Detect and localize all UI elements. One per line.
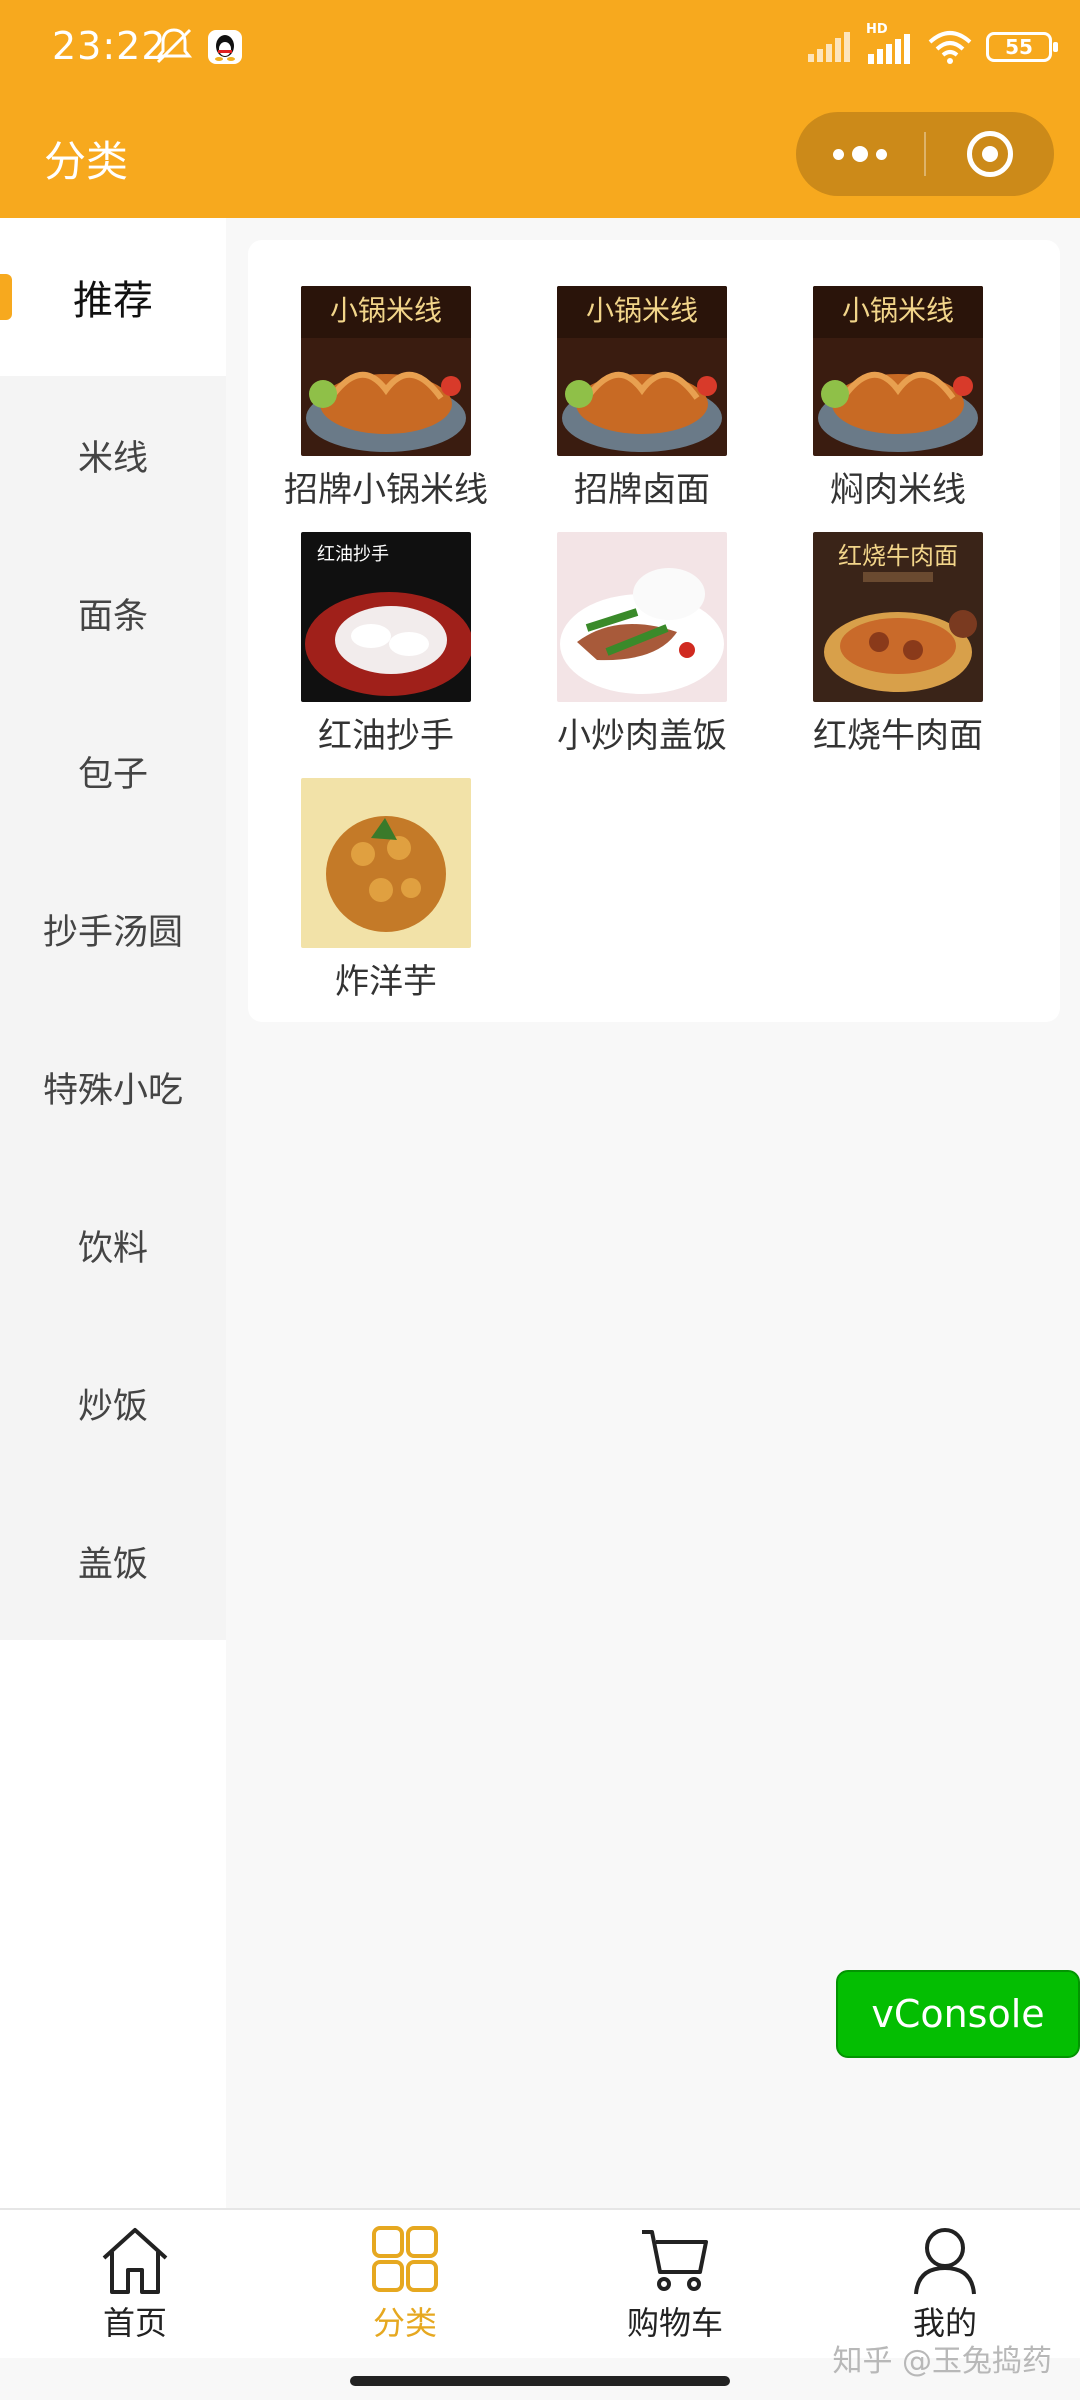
user-icon: [914, 2228, 976, 2295]
svg-text:红烧牛肉面: 红烧牛肉面: [838, 542, 958, 570]
close-miniprogram-button[interactable]: [926, 112, 1054, 196]
product-name: 小炒肉盖饭: [557, 716, 727, 756]
category-item-noodles[interactable]: 面条: [0, 534, 226, 692]
more-dot-icon: [852, 146, 868, 162]
tab-label: 购物车: [626, 2304, 723, 2342]
category-label: 推荐: [73, 278, 153, 324]
tab-home[interactable]: 首页: [0, 2210, 270, 2358]
product-name: 红烧牛肉面: [813, 716, 983, 756]
vconsole-button[interactable]: vConsole: [836, 1970, 1080, 2058]
product-card[interactable]: 炸洋芋: [266, 778, 506, 1003]
product-name: 炸洋芋: [335, 962, 437, 1002]
category-item-drinks[interactable]: 饮料: [0, 1166, 226, 1324]
grid-icon: [372, 2226, 438, 2292]
product-name: 焖肉米线: [830, 470, 966, 510]
product-card[interactable]: 小锅米线 焖肉米线: [778, 286, 1018, 511]
category-sidebar: 推荐 米线 面条 包子 抄手汤圆 特殊小吃 饮料 炒饭 盖饭: [0, 218, 226, 2208]
product-card[interactable]: 红烧牛肉面 红烧牛肉面: [778, 532, 1018, 757]
product-image: 小锅米线: [301, 286, 471, 456]
svg-text:小锅米线: 小锅米线: [842, 294, 954, 327]
product-image: [557, 532, 727, 702]
tab-label: 分类: [372, 2304, 437, 2342]
product-image: 红烧牛肉面: [813, 532, 983, 702]
product-image: 小锅米线: [813, 286, 983, 456]
status-time: 23:22: [52, 24, 167, 68]
wifi-icon: [928, 31, 972, 64]
category-label: 米线: [77, 438, 148, 479]
svg-text:红油抄手: 红油抄手: [317, 544, 389, 565]
category-item-rice-bowl[interactable]: 盖饭: [0, 1482, 226, 1640]
category-label: 抄手汤圆: [42, 912, 183, 953]
category-label: 盖饭: [77, 1544, 148, 1585]
category-label: 饮料: [77, 1228, 148, 1269]
category-item-dumplings[interactable]: 抄手汤圆: [0, 850, 226, 1008]
product-image: 红油抄手: [301, 532, 471, 702]
product-grid: 小锅米线 招牌小锅米线 小锅米线 招牌卤面 小锅米线 焖肉米线 红油抄手 红油抄…: [248, 240, 1060, 1022]
tab-cart[interactable]: 购物车: [540, 2210, 810, 2358]
page-title: 分类: [44, 137, 129, 186]
tab-category[interactable]: 分类: [270, 2210, 540, 2358]
more-dot-icon: [876, 148, 887, 160]
category-label: 包子: [77, 754, 148, 795]
mute-icon: [155, 28, 193, 64]
watermark: 知乎 @玉兔捣药: [832, 2344, 1052, 2379]
category-item-fried-rice[interactable]: 炒饭: [0, 1324, 226, 1482]
miniprogram-capsule: [796, 112, 1054, 196]
more-button[interactable]: [796, 112, 924, 196]
product-card[interactable]: 小锅米线 招牌小锅米线: [266, 286, 506, 511]
qq-notification-icon: [208, 30, 242, 64]
product-image: [301, 778, 471, 948]
category-item-buns[interactable]: 包子: [0, 692, 226, 850]
more-dot-icon: [833, 148, 844, 160]
cart-icon: [642, 2230, 708, 2291]
home-icon: [102, 2228, 168, 2294]
category-item-rice-noodle[interactable]: 米线: [0, 376, 226, 534]
tab-label: 首页: [102, 2304, 167, 2342]
category-label: 面条: [77, 596, 148, 637]
nav-bar: 分类: [0, 100, 1080, 218]
svg-text:小锅米线: 小锅米线: [330, 294, 442, 327]
product-name: 招牌卤面: [574, 470, 710, 510]
category-label: 炒饭: [77, 1386, 148, 1427]
product-image: 小锅米线: [557, 286, 727, 456]
status-bar: 23:22 HD 55: [0, 0, 1080, 100]
category-label: 特殊小吃: [42, 1070, 183, 1111]
svg-text:小锅米线: 小锅米线: [586, 294, 698, 327]
category-item-snacks[interactable]: 特殊小吃: [0, 1008, 226, 1166]
product-name: 红油抄手: [318, 716, 454, 756]
status-indicators: HD 55: [808, 22, 1058, 64]
product-card[interactable]: 小炒肉盖饭: [522, 532, 762, 757]
battery-icon: 55: [986, 32, 1058, 62]
product-name: 招牌小锅米线: [284, 470, 488, 510]
target-icon: [967, 131, 1013, 177]
category-item-recommend[interactable]: 推荐: [0, 218, 226, 376]
product-card[interactable]: 红油抄手 红油抄手: [266, 532, 506, 757]
home-indicator: [350, 2376, 730, 2386]
hd-signal-icon: HD: [866, 22, 914, 64]
signal-icon: [808, 32, 850, 62]
product-card[interactable]: 小锅米线 招牌卤面: [522, 286, 762, 511]
